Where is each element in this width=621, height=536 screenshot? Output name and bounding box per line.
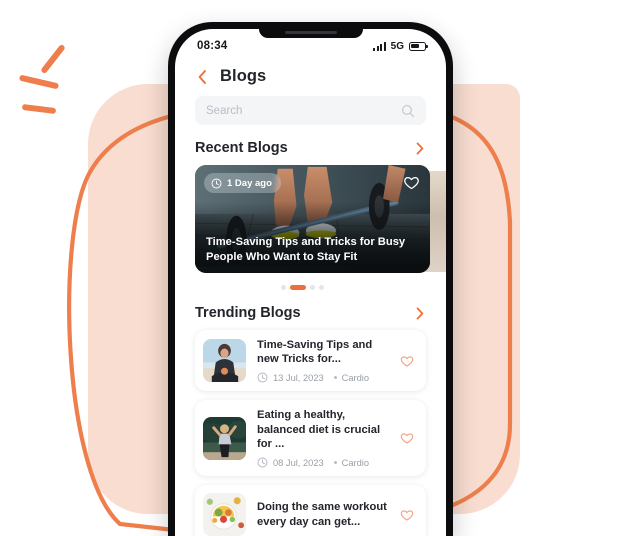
status-indicators: 5G: [373, 40, 429, 52]
decorative-spark-3: [21, 103, 57, 115]
list-item[interactable]: Doing the same workout every day can get…: [195, 485, 426, 536]
trending-blogs-list: Time-Saving Tips and new Tricks for... 1…: [175, 330, 446, 536]
recent-blogs-header: Recent Blogs: [175, 125, 446, 165]
search-section: [175, 92, 446, 125]
carousel-dot[interactable]: [310, 285, 315, 290]
scene-background: 08:34 5G Blogs Search Recent Blogs 1 Day…: [0, 0, 621, 536]
decorative-spark-2: [18, 74, 60, 90]
phone-screen: 08:34 5G Blogs Search Recent Blogs 1 Day…: [175, 29, 446, 536]
list-item-date: 08 Jul, 2023: [273, 457, 324, 468]
phone-mockup-frame: 08:34 5G Blogs Search Recent Blogs 1 Day…: [168, 22, 453, 536]
hero-blog-title: Time-Saving Tips and Tricks for Busy Peo…: [206, 236, 406, 263]
clock-icon: [257, 372, 268, 383]
meta-separator-dot: [333, 376, 337, 380]
heart-outline-icon[interactable]: [402, 173, 421, 192]
hero-time-text: 1 Day ago: [227, 177, 272, 189]
trending-blogs-header: Trending Blogs: [175, 290, 446, 330]
search-icon[interactable]: [401, 104, 415, 118]
signal-bars-icon: [373, 41, 386, 51]
list-item-title: Doing the same workout every day can get…: [257, 501, 387, 528]
search-field[interactable]: [195, 96, 426, 125]
list-item-body: Eating a healthy, balanced diet is cruci…: [257, 408, 388, 468]
status-time: 08:34: [197, 40, 228, 52]
carousel-dot[interactable]: [319, 285, 324, 290]
list-item-thumbnail: [203, 493, 246, 536]
meta-separator-dot: [333, 461, 337, 465]
list-item[interactable]: Time-Saving Tips and new Tricks for... 1…: [195, 330, 426, 392]
heart-outline-icon[interactable]: [399, 353, 415, 369]
clock-icon: [211, 178, 222, 188]
list-item-date: 13 Jul, 2023: [273, 372, 324, 383]
recent-blogs-title: Recent Blogs: [195, 140, 288, 156]
list-item-thumbnail: [203, 339, 246, 383]
hero-blog-card[interactable]: 1 Day ago Time-Saving Tips and Tricks fo…: [195, 165, 430, 273]
carousel-dot-active[interactable]: [290, 285, 306, 290]
trending-blogs-title: Trending Blogs: [195, 305, 301, 321]
carousel-dot[interactable]: [281, 285, 286, 290]
list-item-title: Eating a healthy, balanced diet is cruci…: [257, 409, 381, 450]
battery-icon: [409, 41, 429, 51]
chevron-right-icon[interactable]: [414, 306, 426, 321]
decorative-spark-1: [40, 43, 66, 75]
recent-blogs-carousel[interactable]: 1 Day ago Time-Saving Tips and Tricks fo…: [195, 165, 446, 278]
heart-outline-icon[interactable]: [399, 430, 415, 446]
list-item-thumbnail: [203, 416, 246, 460]
chevron-right-icon[interactable]: [414, 141, 426, 156]
chevron-left-icon[interactable]: [195, 68, 209, 86]
network-type-label: 5G: [390, 40, 404, 52]
heart-outline-icon[interactable]: [399, 507, 415, 523]
list-item-title: Time-Saving Tips and new Tricks for...: [257, 339, 373, 366]
list-item-meta: 08 Jul, 2023 Cardio: [257, 457, 388, 468]
list-item-body: Doing the same workout every day can get…: [257, 500, 388, 528]
list-item[interactable]: Eating a healthy, balanced diet is cruci…: [195, 400, 426, 477]
search-input[interactable]: [206, 104, 386, 117]
healthy-food-bowl-photo: [203, 493, 246, 536]
list-item-body: Time-Saving Tips and new Tricks for... 1…: [257, 338, 388, 383]
page-title: Blogs: [220, 67, 267, 85]
hero-time-badge: 1 Day ago: [204, 173, 281, 193]
woman-sitting-sky-photo: [203, 339, 246, 383]
list-item-tag: Cardio: [341, 457, 370, 468]
clock-icon: [257, 457, 268, 468]
list-item-tag: Cardio: [341, 372, 370, 383]
app-bar: Blogs: [175, 59, 446, 92]
notch-speaker: [284, 31, 337, 34]
list-item-meta: 13 Jul, 2023 Cardio: [257, 372, 388, 383]
woman-exercising-outdoor-photo: [203, 416, 246, 460]
phone-notch: [258, 29, 363, 38]
